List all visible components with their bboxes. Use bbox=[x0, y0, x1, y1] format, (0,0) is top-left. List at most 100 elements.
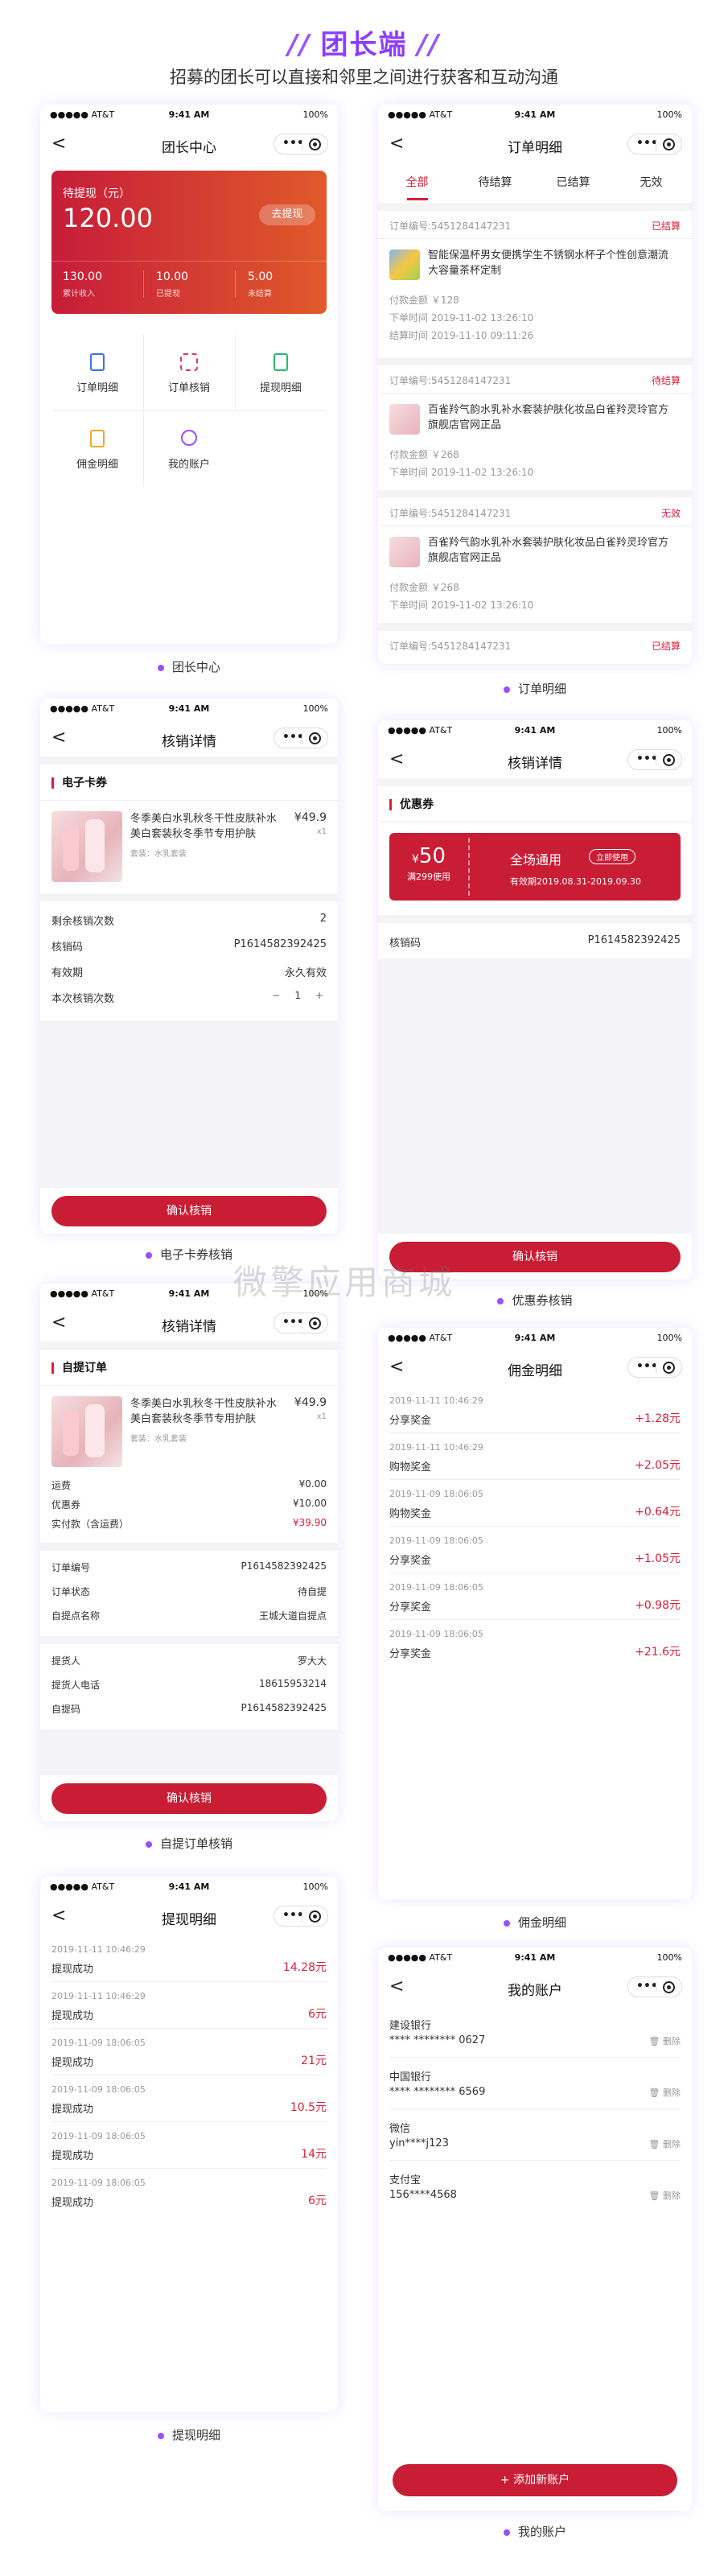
account-item: 微信 yin****j123 🗑 删除 bbox=[378, 2115, 692, 2166]
more-icon[interactable]: ••• bbox=[282, 1909, 304, 1922]
product-price: ¥49.9 bbox=[294, 1396, 327, 1409]
menu-commission[interactable]: 佣金明细 bbox=[51, 410, 143, 487]
list-item: 2019-11-11 10:46:29 提现成功 6元 bbox=[40, 1988, 338, 2034]
product-image bbox=[51, 811, 122, 882]
list-item: 2019-11-09 18:06:05 提现成功 10.5元 bbox=[40, 2081, 338, 2128]
capsule-menu[interactable]: ••• bbox=[274, 727, 328, 748]
list-item: 2019-11-11 10:46:29 提现成功 14.28元 bbox=[40, 1941, 338, 1988]
capsule-menu[interactable]: ••• bbox=[627, 749, 682, 770]
more-icon[interactable]: ••• bbox=[636, 752, 658, 765]
order-card[interactable]: 订单编号:5451284147231 已结算 智能保温杯男女便携学生不锈钢水杯子… bbox=[378, 211, 692, 357]
section-title: 自提订单 bbox=[51, 1362, 107, 1374]
nav-bar: < 团长中心 ••• bbox=[40, 126, 338, 163]
nav-bar: < 订单明细 ••• bbox=[378, 126, 692, 163]
list-item: 2019-11-09 18:06:05 提现成功 14元 bbox=[40, 2128, 338, 2174]
order-list-icon bbox=[90, 353, 105, 371]
coupon-condition: 满299使用 bbox=[407, 872, 450, 882]
commission-icon bbox=[90, 430, 105, 447]
close-target-icon[interactable] bbox=[663, 138, 675, 150]
phone-leader-center: ●●●●● AT&T 9:41 AM 100% < 团长中心 ••• 待提现（元） 12… bbox=[40, 105, 338, 644]
capsule-menu[interactable]: ••• bbox=[274, 1313, 328, 1333]
confirm-verify-button[interactable]: 确认核销 bbox=[51, 1783, 327, 1814]
tab-invalid[interactable]: 无效 bbox=[612, 174, 690, 190]
nav-bar: < 提现明细 ••• bbox=[40, 1898, 338, 1935]
close-target-icon[interactable] bbox=[309, 1317, 321, 1329]
stepper-minus-button[interactable]: − bbox=[269, 990, 283, 1001]
product-qty: x1 bbox=[316, 827, 327, 836]
menu-order-detail[interactable]: 订单明细 bbox=[51, 334, 143, 410]
nav-bar: < 我的账户 ••• bbox=[378, 1968, 692, 2005]
order-tabs: 全部 待结算 已结算 无效 bbox=[378, 163, 692, 203]
list-item: 2019-11-09 18:06:05 分享奖金 +0.98元 bbox=[378, 1579, 692, 1626]
trash-icon: 🗑 bbox=[648, 2036, 660, 2046]
coupon-card-wrap: 优惠券 ¥50 满299使用 全场通用 立即使用 有效期2019.08.31-2… bbox=[378, 786, 692, 915]
close-target-icon[interactable] bbox=[663, 1981, 675, 1993]
list-item: 2019-11-09 18:06:05 提现成功 21元 bbox=[40, 2034, 338, 2081]
order-card[interactable]: 订单编号:5451284147231 待结算 百雀羚气韵水乳补水套装护肤化妆品白… bbox=[378, 365, 692, 490]
verify-code-row: 核销码 P1614582392425 bbox=[378, 923, 692, 958]
coupon-validity: 有效期2019.08.31-2019.09.30 bbox=[510, 876, 641, 887]
menu-grid: 订单明细 订单核销 提现明细 佣金明细 我的账户 bbox=[51, 334, 327, 487]
withdraw-button[interactable]: 去提现 bbox=[259, 204, 315, 225]
use-now-tag[interactable]: 立即使用 bbox=[589, 849, 635, 864]
caption-pickup-verify: 自提订单核销 bbox=[40, 1835, 338, 1852]
more-icon[interactable]: ••• bbox=[282, 731, 304, 744]
product-spec: 套装：水乳套装 bbox=[130, 850, 187, 859]
stepper-plus-button[interactable]: + bbox=[312, 990, 327, 1001]
withdraw-detail-icon bbox=[274, 353, 288, 371]
product-price: ¥49.9 bbox=[294, 811, 327, 824]
caption-withdraw: 提现明细 bbox=[40, 2426, 338, 2443]
caption-leader-center: 团长中心 bbox=[40, 658, 338, 675]
status-bar: ●●●●● AT&T 9:41 AM 100% bbox=[40, 699, 338, 719]
close-target-icon[interactable] bbox=[309, 1910, 321, 1923]
phone-my-account: ●●●●● AT&T 9:41 AM 100% < 我的账户 ••• 建设银行 ****… bbox=[378, 1947, 692, 2511]
coupon-ticket[interactable]: ¥50 满299使用 全场通用 立即使用 有效期2019.08.31-2019.… bbox=[389, 833, 681, 901]
bottom-bar: 确认核销 bbox=[40, 1188, 338, 1234]
delete-button[interactable]: 🗑 删除 bbox=[649, 2086, 681, 2099]
delete-button[interactable]: 🗑 删除 bbox=[649, 2034, 681, 2047]
balance-card: 待提现（元） 120.00 去提现 130.00 累计收入 10.00 已提现 5.… bbox=[51, 171, 327, 314]
phone-withdraw: ●●●●● AT&T 9:41 AM 100% < 提现明细 ••• 2019-11-1… bbox=[40, 1877, 338, 2412]
delete-button[interactable]: 🗑 删除 bbox=[649, 2137, 681, 2150]
capsule-menu[interactable]: ••• bbox=[627, 1357, 682, 1378]
capsule-menu[interactable]: ••• bbox=[274, 134, 328, 155]
nav-bar: < 核销详情 ••• bbox=[40, 719, 338, 756]
menu-withdraw-detail[interactable]: 提现明细 bbox=[235, 334, 327, 410]
more-icon[interactable]: ••• bbox=[282, 1316, 304, 1329]
order-card[interactable]: 订单编号:5451284147231 已结算 bbox=[378, 631, 692, 664]
close-target-icon[interactable] bbox=[309, 732, 321, 744]
confirm-verify-button[interactable]: 确认核销 bbox=[51, 1196, 327, 1226]
capsule-menu[interactable]: ••• bbox=[627, 134, 682, 155]
more-icon[interactable]: ••• bbox=[282, 137, 304, 150]
menu-order-verify[interactable]: 订单核销 bbox=[143, 334, 235, 410]
close-target-icon[interactable] bbox=[663, 754, 675, 766]
close-target-icon[interactable] bbox=[309, 138, 321, 150]
section-title: 电子卡券 bbox=[51, 777, 107, 789]
tab-settled[interactable]: 已结算 bbox=[534, 174, 612, 190]
nav-bar: < 核销详情 ••• bbox=[378, 741, 692, 778]
capsule-menu[interactable]: ••• bbox=[627, 1976, 682, 1997]
list-item: 2019-11-11 10:46:29 分享奖金 +1.28元 bbox=[378, 1392, 692, 1439]
quantity-stepper[interactable]: − 1 + bbox=[269, 990, 327, 1001]
phone-ecard-verify: ●●●●● AT&T 9:41 AM 100% < 核销详情 ••• 电子卡券 冬季美白… bbox=[40, 699, 338, 1234]
add-account-button[interactable]: + 添加新账户 bbox=[393, 2464, 677, 2496]
trash-icon: 🗑 bbox=[648, 2191, 660, 2201]
slash-decoration-icon: // bbox=[287, 29, 311, 61]
close-target-icon[interactable] bbox=[663, 1362, 675, 1374]
product-image bbox=[51, 1396, 122, 1467]
more-icon[interactable]: ••• bbox=[636, 1360, 658, 1373]
status-bar: ●●●●● AT&T 9:41 AM 100% bbox=[378, 1328, 692, 1349]
order-card[interactable]: 订单编号:5451284147231 无效 百雀羚气韵水乳补水套装护肤化妆品白雀… bbox=[378, 498, 692, 623]
phone-coupon-verify: ●●●●● AT&T 9:41 AM 100% < 核销详情 ••• 优惠券 ¥50 满… bbox=[378, 720, 692, 1280]
tab-all[interactable]: 全部 bbox=[378, 174, 456, 190]
capsule-menu[interactable]: ••• bbox=[274, 1906, 328, 1927]
menu-account[interactable]: 我的账户 bbox=[143, 410, 235, 487]
tab-pending[interactable]: 待结算 bbox=[456, 174, 534, 190]
trash-icon: 🗑 bbox=[648, 2088, 660, 2098]
product-thumb bbox=[389, 537, 420, 567]
delete-button[interactable]: 🗑 删除 bbox=[649, 2189, 681, 2202]
product-thumb bbox=[389, 404, 420, 435]
list-item: 2019-11-11 10:46:29 购物奖金 +2.05元 bbox=[378, 1439, 692, 1486]
more-icon[interactable]: ••• bbox=[636, 137, 658, 150]
more-icon[interactable]: ••• bbox=[636, 1980, 658, 1993]
